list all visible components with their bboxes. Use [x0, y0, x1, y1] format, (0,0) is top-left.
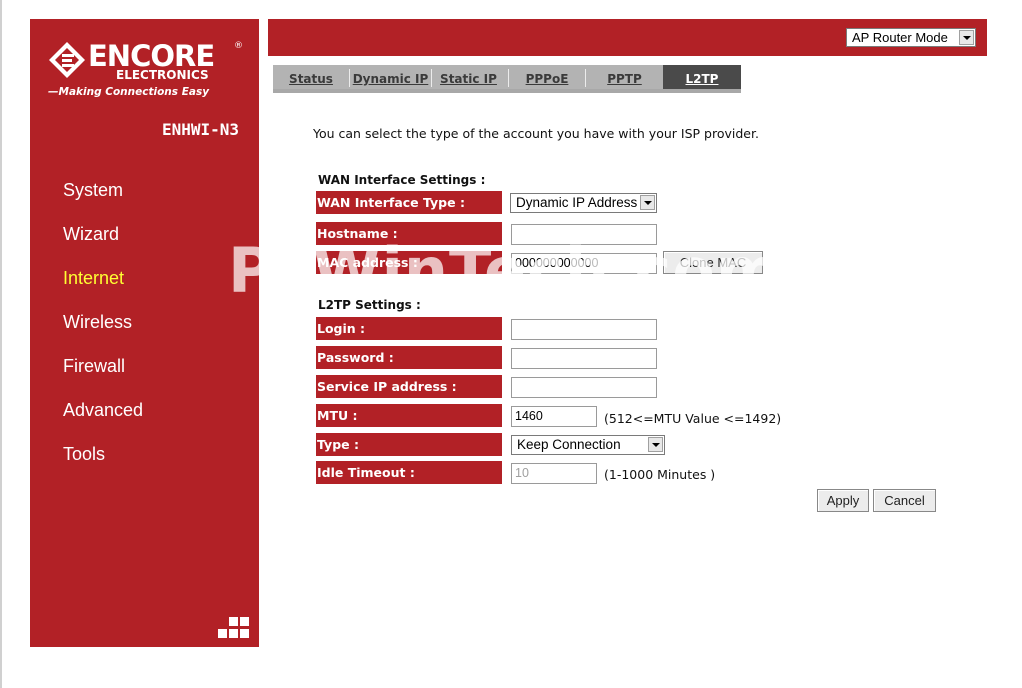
- tab-bar: Status Dynamic IP Static IP PPPoE PPTP L…: [273, 65, 741, 93]
- chevron-down-icon[interactable]: [648, 437, 663, 452]
- nav-internet[interactable]: Internet: [63, 268, 124, 289]
- tab-status[interactable]: Status: [273, 65, 349, 89]
- password-label: Password :: [316, 346, 502, 369]
- tab-dynamic-ip[interactable]: Dynamic IP: [350, 65, 431, 89]
- tab-static-ip[interactable]: Static IP: [432, 65, 505, 89]
- mtu-hint: (512<=MTU Value <=1492): [604, 411, 782, 426]
- login-label: Login :: [316, 317, 502, 340]
- hostname-label: Hostname :: [316, 222, 502, 245]
- nav-system[interactable]: System: [63, 180, 123, 201]
- type-label: Type :: [316, 433, 502, 456]
- chevron-down-icon[interactable]: [640, 195, 655, 210]
- mtu-label: MTU :: [316, 404, 502, 427]
- mac-input[interactable]: 000000000000: [511, 253, 657, 274]
- encore-logo: ENCORE ® ELECTRONICS —Making Connections…: [48, 39, 244, 99]
- password-input[interactable]: [511, 348, 657, 369]
- registered-mark: ®: [234, 41, 243, 51]
- idle-timeout-input[interactable]: 10: [511, 463, 597, 484]
- tab-pptp[interactable]: PPTP: [586, 65, 663, 89]
- idle-timeout-hint: (1-1000 Minutes ): [604, 467, 716, 482]
- router-mode-select[interactable]: AP Router Mode: [846, 28, 976, 47]
- tab-pppoe[interactable]: PPPoE: [509, 65, 585, 89]
- model-name: ENHWI-N3: [161, 120, 239, 139]
- router-mode-value: AP Router Mode: [852, 30, 948, 45]
- header-bar: AP Router Mode: [268, 19, 987, 56]
- wan-section-title: WAN Interface Settings :: [318, 173, 486, 187]
- hostname-input[interactable]: [511, 224, 657, 245]
- mtu-input[interactable]: 1460: [511, 406, 597, 427]
- grid-icon: [218, 617, 249, 638]
- nav-tools[interactable]: Tools: [63, 444, 105, 465]
- tab-bar-underline: [273, 89, 741, 93]
- cancel-button[interactable]: Cancel: [873, 489, 936, 512]
- window-edge: [0, 0, 2, 688]
- connection-type-select[interactable]: Keep Connection: [511, 435, 665, 455]
- login-input[interactable]: [511, 319, 657, 340]
- nav-advanced[interactable]: Advanced: [63, 400, 143, 421]
- nav-wizard[interactable]: Wizard: [63, 224, 119, 245]
- wan-type-value: Dynamic IP Address: [516, 195, 638, 210]
- nav-wireless[interactable]: Wireless: [63, 312, 132, 333]
- wan-type-label: WAN Interface Type :: [316, 191, 502, 214]
- mac-label: MAC address :: [316, 251, 502, 274]
- service-ip-label: Service IP address :: [316, 375, 502, 398]
- connection-type-value: Keep Connection: [517, 437, 621, 452]
- chevron-down-icon[interactable]: [959, 30, 974, 45]
- nav-firewall[interactable]: Firewall: [63, 356, 125, 377]
- tab-l2tp[interactable]: L2TP: [663, 65, 741, 89]
- clone-mac-button[interactable]: Clone MAC: [663, 251, 763, 274]
- apply-button[interactable]: Apply: [817, 489, 869, 512]
- sidebar: ENCORE ® ELECTRONICS —Making Connections…: [30, 19, 259, 647]
- logo-tagline: —Making Connections Easy: [48, 86, 210, 98]
- l2tp-section-title: L2TP Settings :: [318, 298, 421, 312]
- idle-timeout-label: Idle Timeout :: [316, 461, 502, 484]
- logo-sub: ELECTRONICS: [116, 68, 209, 82]
- intro-text: You can select the type of the account y…: [313, 126, 759, 141]
- wan-type-select[interactable]: Dynamic IP Address: [510, 193, 657, 213]
- service-ip-input[interactable]: [511, 377, 657, 398]
- encore-e-icon: [49, 42, 85, 78]
